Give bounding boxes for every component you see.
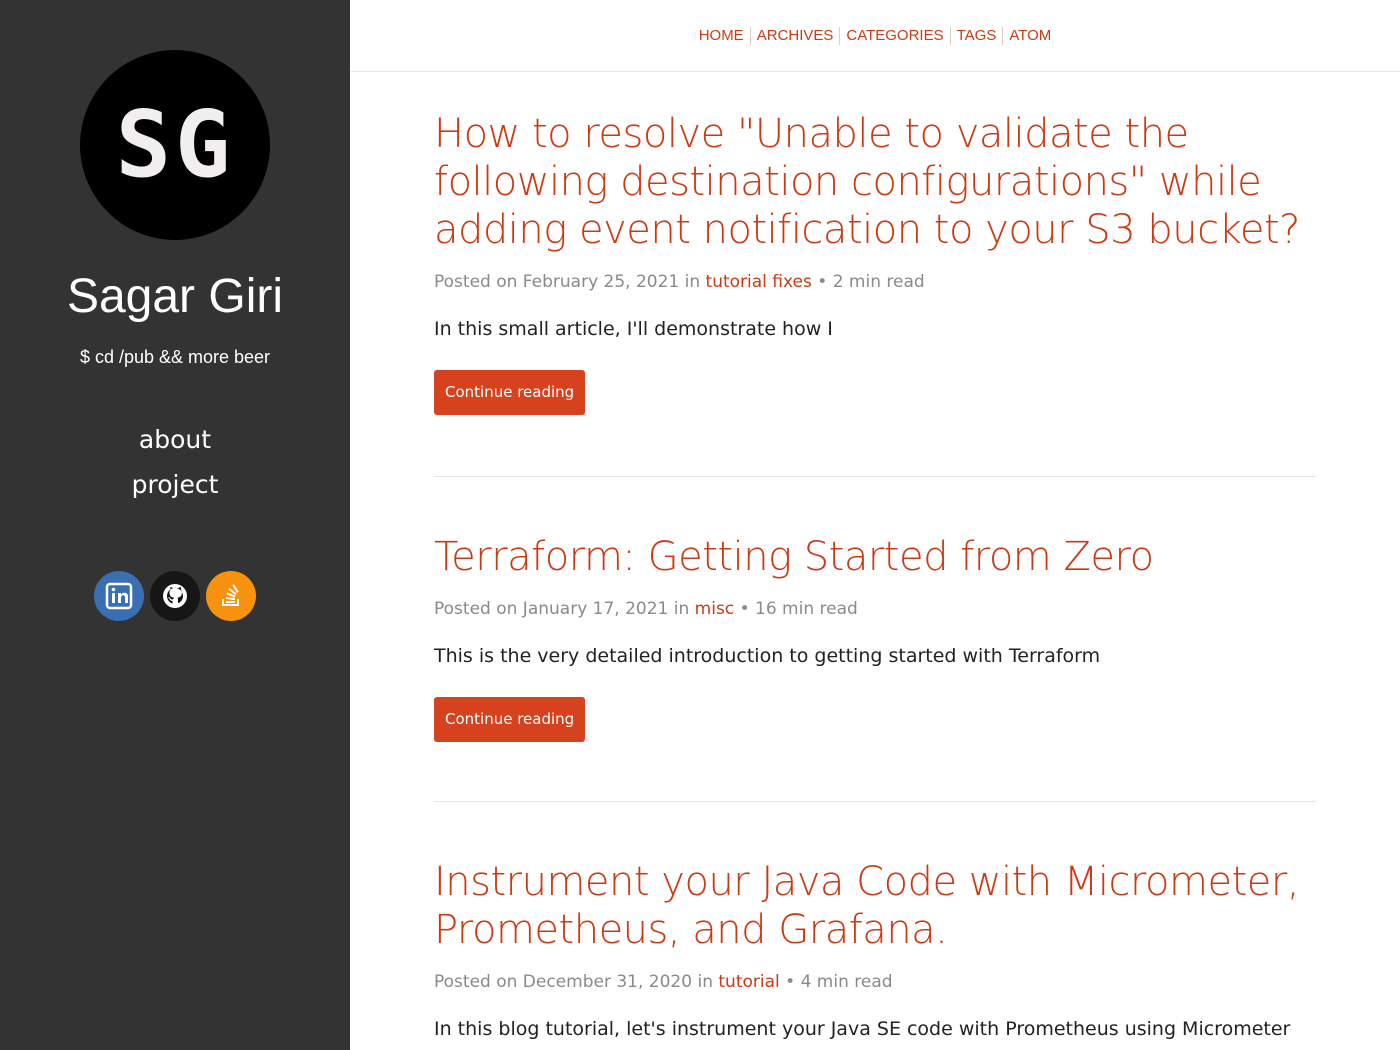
github-button[interactable] [150,571,200,621]
post-title[interactable]: Instrument your Java Code with Micromete… [434,858,1316,954]
stackoverflow-icon [222,584,239,606]
post-date: Posted on February 25, 2021 in [434,272,701,292]
sidebar-link-project[interactable]: project [0,462,350,507]
post-title[interactable]: Terraform: Getting Started from Zero [434,533,1316,581]
sidebar: SG Sagar Giri $ cd /pub && more beer abo… [0,0,350,1050]
post-excerpt: In this small article, I'll demonstrate … [434,318,833,340]
post-divider [434,801,1316,802]
nav-atom[interactable]: ATOM [1002,26,1057,45]
post-category-link[interactable]: tutorial [718,972,779,992]
post-item: How to resolve "Unable to validate the f… [434,110,1316,415]
continue-reading-button[interactable]: Continue reading [434,697,586,742]
sidebar-nav: about project [0,417,350,507]
post-excerpt: This is the very detailed introduction t… [434,645,1101,667]
linkedin-button[interactable] [94,571,144,621]
post-divider [434,476,1316,477]
stackoverflow-button[interactable] [206,571,256,621]
post-meta: Posted on December 31, 2020 in tutorial … [434,972,1316,992]
continue-reading-button[interactable]: Continue reading [434,370,586,415]
post-meta: Posted on February 25, 2021 in tutorial … [434,272,1316,292]
post-item: Instrument your Java Code with Micromete… [434,858,1316,1040]
post-read-time: • 2 min read [817,272,925,292]
top-nav: HOME ARCHIVES CATEGORIES TAGS ATOM [350,0,1400,72]
post-date: Posted on January 17, 2021 in [434,599,690,619]
post-category-link[interactable]: misc [695,599,735,619]
nav-home[interactable]: HOME [693,27,750,45]
post-meta: Posted on January 17, 2021 in misc • 16 … [434,599,1316,619]
post-excerpt: In this blog tutorial, let's instrument … [434,1018,1291,1040]
post-read-time: • 16 min read [739,599,858,619]
post-title[interactable]: How to resolve "Unable to validate the f… [434,110,1316,254]
linkedin-icon [105,582,133,610]
github-icon [163,584,187,608]
post-category-link[interactable]: tutorial fixes [706,272,812,292]
post-item: Terraform: Getting Started from Zero Pos… [434,533,1316,742]
nav-tags[interactable]: TAGS [949,26,1003,45]
site-logo[interactable]: SG [80,50,270,240]
site-tagline: $ cd /pub && more beer [79,347,271,367]
post-date: Posted on December 31, 2020 in [434,972,713,992]
nav-categories[interactable]: CATEGORIES [839,26,949,45]
nav-archives[interactable]: ARCHIVES [749,26,840,45]
site-title[interactable]: Sagar Giri [0,266,350,328]
sidebar-link-about[interactable]: about [0,417,350,462]
logo-text: SG [115,91,235,198]
post-read-time: • 4 min read [785,972,893,992]
social-links [94,571,256,621]
